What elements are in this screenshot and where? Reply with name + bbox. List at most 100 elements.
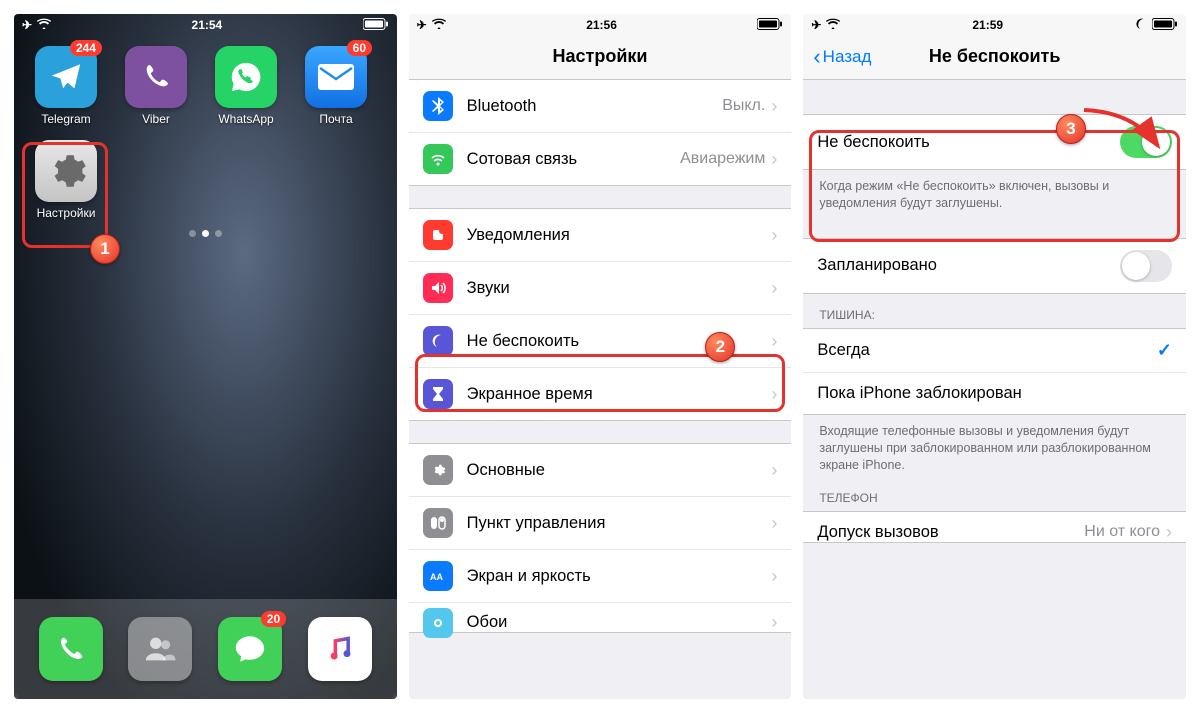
wifi-icon [826,18,840,32]
row-allow-calls[interactable]: Допуск вызовов Ни от кого › [803,512,1186,542]
status-time: 21:56 [586,18,617,32]
home-screen: ✈ 21:54 244 Telegram Viber [14,14,397,699]
app-settings[interactable]: Настройки [32,140,100,220]
page-title: Не беспокоить [929,46,1061,67]
row-sounds[interactable]: Звуки › [409,261,792,314]
svg-text:AA: AA [430,572,443,582]
row-silence-always[interactable]: Всегда ✓ [803,329,1186,372]
dock-phone[interactable] [37,617,105,681]
row-label: Пока iPhone заблокирован [817,384,1172,403]
contacts-icon [143,632,177,666]
status-bar: ✈ 21:59 [803,14,1186,36]
app-row-1: 244 Telegram Viber WhatsApp 60 Почта [14,36,397,126]
dock: 20 [14,599,397,699]
wallpaper-icon [423,608,453,638]
row-display[interactable]: AA Экран и яркость › [409,549,792,602]
row-cellular[interactable]: Сотовая связь Авиарежим › [409,132,792,185]
cellular-icon [423,144,453,174]
phone-icon [56,634,86,664]
settings-screen: ✈ 21:56 Настройки Bluetooth Выкл. › Сото… [409,14,792,699]
chevron-icon: › [771,384,777,405]
app-viber[interactable]: Viber [122,46,190,126]
row-notifications[interactable]: Уведомления › [409,209,792,261]
battery-icon [1152,18,1178,33]
moon-icon [1135,18,1147,33]
back-button[interactable]: ‹ Назад [813,47,871,67]
row-value: Авиарежим [680,150,765,168]
badge: 244 [70,40,102,56]
gear-icon [45,150,87,192]
row-label: Обои [467,613,772,632]
row-screentime[interactable]: Экранное время › [409,367,792,420]
row-scheduled[interactable]: Запланировано [803,239,1186,293]
toggle-dnd[interactable] [1120,126,1172,158]
row-label: Bluetooth [467,97,723,116]
badge: 20 [261,611,286,627]
status-bar: ✈ 21:54 [14,14,397,36]
sound-icon [423,273,453,303]
moon-icon [423,326,453,356]
row-label: Уведомления [467,226,772,245]
mail-icon [318,64,354,90]
messages-icon [233,632,267,666]
row-label: Запланировано [817,256,1120,275]
row-wallpaper[interactable]: Обои › [409,602,792,632]
gear-icon [423,455,453,485]
row-label: Основные [467,461,772,480]
app-label: Telegram [41,112,90,126]
chevron-icon: › [771,513,777,534]
app-label: Viber [142,112,170,126]
status-bar: ✈ 21:56 [409,14,792,36]
app-label: Настройки [37,206,96,220]
app-telegram[interactable]: 244 Telegram [32,46,100,126]
hourglass-icon [423,379,453,409]
row-value: Выкл. [722,97,765,115]
sliders-icon [423,508,453,538]
dock-contacts[interactable] [126,617,194,681]
dnd-footer: Когда режим «Не беспокоить» включен, выз… [803,170,1186,216]
chevron-icon: › [771,149,777,170]
app-label: Почта [319,112,352,126]
whatsapp-icon [229,60,263,94]
step-badge-3: 3 [1056,114,1086,144]
row-bluetooth[interactable]: Bluetooth Выкл. › [409,80,792,132]
chevron-icon: › [1166,522,1172,543]
row-general[interactable]: Основные › [409,444,792,496]
row-controlcenter[interactable]: Пункт управления › [409,496,792,549]
row-label: Экран и яркость [467,567,772,586]
row-silence-locked[interactable]: Пока iPhone заблокирован [803,372,1186,414]
back-label: Назад [823,47,872,67]
toggle-scheduled[interactable] [1120,250,1172,282]
chevron-icon: › [771,225,777,246]
dnd-screen: ✈ 21:59 ‹ Назад Не беспокоить Не беспоко… [803,14,1186,699]
page-title: Настройки [553,46,648,67]
chevron-icon: › [771,278,777,299]
app-row-2: Настройки [14,126,397,220]
bluetooth-icon [423,91,453,121]
wifi-icon [432,18,446,32]
dock-messages[interactable]: 20 [216,617,284,681]
battery-icon [363,18,389,33]
app-whatsapp[interactable]: WhatsApp [212,46,280,126]
row-dnd-toggle[interactable]: Не беспокоить [803,115,1186,169]
step-badge-1: 1 [90,234,120,264]
silence-footer: Входящие телефонные вызовы и уведомления… [803,415,1186,478]
row-value: Ни от кого [1084,523,1160,541]
battery-icon [757,18,783,33]
chevron-icon: › [771,566,777,587]
row-label: Пункт управления [467,514,772,533]
dock-music[interactable] [306,617,374,681]
notif-icon [423,220,453,250]
wifi-icon [37,18,51,32]
page-dots[interactable] [14,220,397,247]
row-label: Звуки [467,279,772,298]
status-time: 21:59 [972,18,1003,32]
app-mail[interactable]: 60 Почта [302,46,370,126]
airplane-icon: ✈ [22,18,32,32]
brightness-icon: AA [423,561,453,591]
music-icon [326,635,354,663]
chevron-icon: › [771,612,777,633]
check-icon: ✓ [1157,340,1172,361]
app-label: WhatsApp [218,112,273,126]
airplane-icon: ✈ [811,18,821,32]
